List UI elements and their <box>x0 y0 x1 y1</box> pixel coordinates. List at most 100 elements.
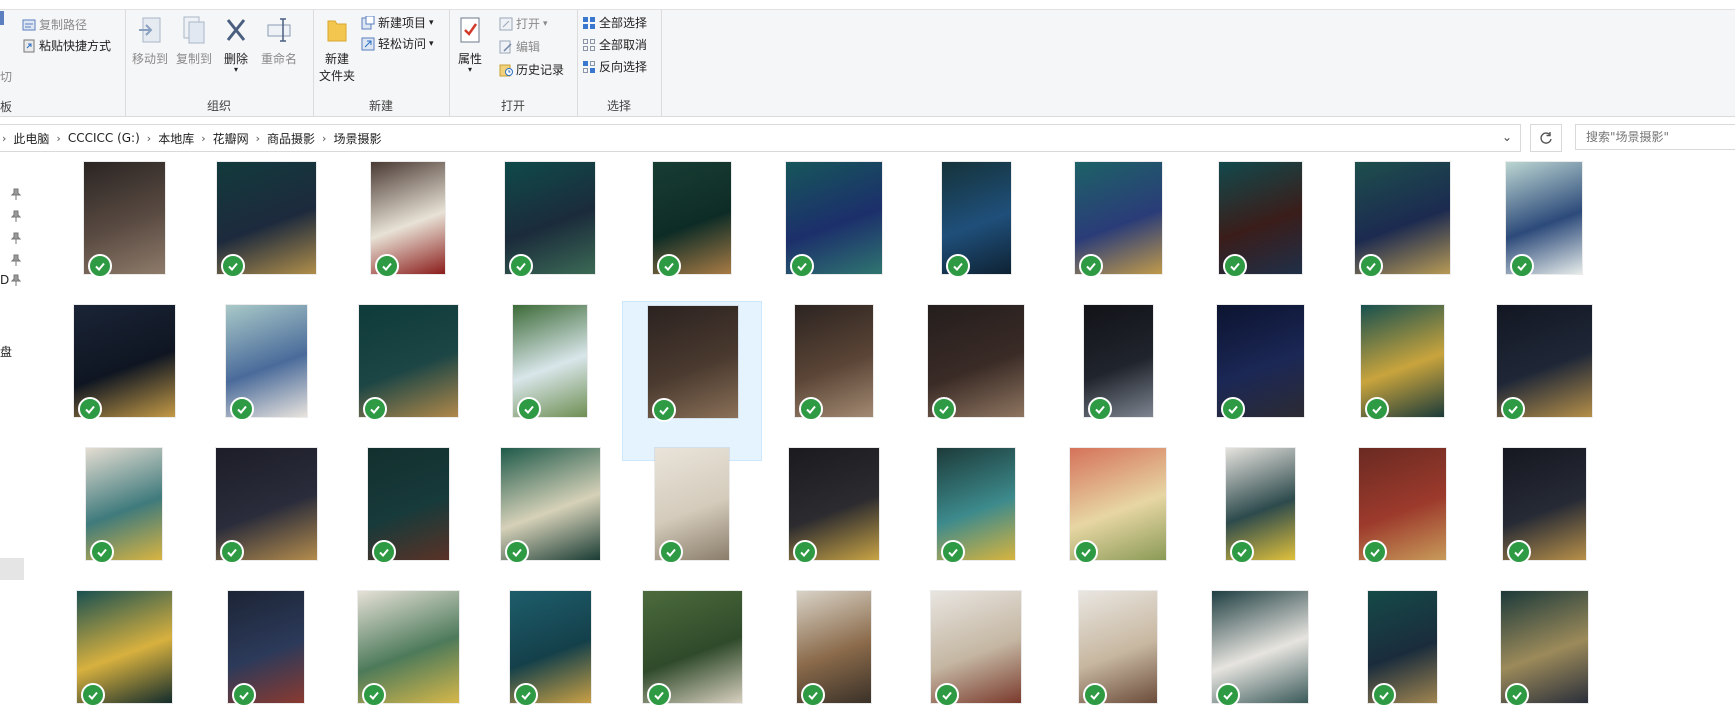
file-item[interactable]: 1 (1).png <box>196 158 336 320</box>
file-item[interactable]: 1 (5).png <box>1332 158 1472 320</box>
file-item[interactable] <box>1190 587 1330 722</box>
file-item[interactable]: 1 (7).jpg <box>196 301 336 463</box>
pin-icon[interactable] <box>11 274 21 286</box>
file-item[interactable]: 1 (19).jpg <box>480 444 620 606</box>
new-folder-label-2: 文件夹 <box>318 69 355 83</box>
sync-status-check-icon <box>652 398 676 422</box>
file-item[interactable]: 1 (24).jpg <box>1190 444 1330 606</box>
nav-item-drive-partial[interactable]: 盘 <box>0 343 12 360</box>
file-item[interactable] <box>480 587 620 722</box>
new-folder-button[interactable]: 新建 文件夹 <box>318 15 356 84</box>
file-item[interactable] <box>338 587 478 722</box>
file-item[interactable]: 1 (18).jpg <box>338 444 478 606</box>
file-item[interactable]: 1 (25).jpg <box>1332 444 1472 606</box>
history-button[interactable]: 历史记录 <box>499 61 564 78</box>
pin-icon[interactable] <box>11 188 21 200</box>
file-item[interactable]: 1 (7).png <box>338 301 478 463</box>
move-to-button[interactable]: 移动到 <box>130 15 170 67</box>
properties-button[interactable]: 属性 ▾ <box>455 15 485 74</box>
pin-icon[interactable] <box>11 254 21 266</box>
file-item[interactable]: 1 (1).jpg <box>54 158 194 320</box>
file-item[interactable]: 1 (5).jpg <box>1190 158 1330 320</box>
file-item[interactable]: 1 (6).png <box>54 301 194 463</box>
file-item[interactable] <box>1048 587 1188 722</box>
sync-status-check-icon <box>372 540 396 564</box>
file-item[interactable]: 1 (15).jpg <box>1474 301 1614 463</box>
ribbon: 复制路径 粘贴快捷方式 切 板 移动到 复制到 删除 ▾ 重命名 组织 新建 文… <box>0 0 1735 117</box>
pin-icon[interactable] <box>11 210 21 222</box>
file-item[interactable]: 1 (3).png <box>764 158 904 320</box>
file-item[interactable] <box>764 587 904 722</box>
nav-item-partial[interactable]: D <box>0 273 9 287</box>
breadcrumb-chevron-icon[interactable]: › <box>320 132 328 145</box>
breadcrumb-huaban[interactable]: 花瓣网 <box>208 130 254 147</box>
copy-to-button[interactable]: 复制到 <box>174 15 214 67</box>
file-item[interactable]: 1 (14).jpg <box>1332 301 1472 463</box>
easy-access-dropdown-icon: ▾ <box>429 38 434 49</box>
refresh-button[interactable] <box>1530 124 1562 152</box>
breadcrumb-local-library[interactable]: 本地库 <box>153 130 199 147</box>
copy-path-button[interactable]: 复制路径 <box>22 16 87 33</box>
file-item[interactable]: 1 (6).jpg <box>1474 158 1614 320</box>
file-item[interactable] <box>196 587 336 722</box>
search-input[interactable] <box>1575 124 1735 150</box>
file-item[interactable] <box>54 587 194 722</box>
file-item[interactable]: 1 (2).jpg <box>338 158 478 320</box>
file-item[interactable]: 1 (20).jpg <box>622 444 762 606</box>
select-none-button[interactable]: 全部取消 <box>582 36 647 53</box>
new-item-button[interactable]: 新建项目 ▾ <box>361 14 434 31</box>
file-item[interactable]: 1 (4).png <box>1048 158 1188 320</box>
open-button[interactable]: 打开 ▾ <box>499 15 548 32</box>
easy-access-button[interactable]: 轻松访问 ▾ <box>361 35 434 52</box>
file-item[interactable] <box>622 587 762 722</box>
breadcrumb-drive[interactable]: CCCICC (G:) <box>63 131 145 145</box>
new-item-dropdown-icon: ▾ <box>429 17 434 28</box>
file-item[interactable]: 1 (16).jpg <box>54 444 194 606</box>
cut-button[interactable]: 切 <box>0 68 12 85</box>
file-item[interactable]: 1 (26).jpg <box>1474 444 1614 606</box>
file-item[interactable]: 1 (13).jpg <box>1190 301 1330 463</box>
address-bar[interactable]: › 此电脑 › CCCICC (G:) › 本地库 › 花瓣网 › 商品摄影 ›… <box>0 124 1521 152</box>
file-item[interactable]: 1 (4).jpg <box>906 158 1046 320</box>
breadcrumb-chevron-icon[interactable]: › <box>0 132 8 145</box>
sync-status-check-icon <box>230 397 254 421</box>
edit-button[interactable]: 编辑 <box>499 38 540 55</box>
edit-label: 编辑 <box>516 40 541 54</box>
rename-button[interactable]: 重命名 <box>257 15 301 67</box>
copy-path-label: 复制路径 <box>39 18 88 32</box>
file-item[interactable]: 1 (8).jpg <box>480 301 620 463</box>
properties-dropdown-icon[interactable]: ▾ <box>455 66 485 74</box>
breadcrumb-chevron-icon[interactable]: › <box>254 132 262 145</box>
paste-shortcut-button[interactable]: 粘贴快捷方式 <box>22 37 111 54</box>
sync-status-check-icon <box>941 540 965 564</box>
breadcrumb-product-photo[interactable]: 商品摄影 <box>262 130 320 147</box>
file-item[interactable]: 1 (3).jpg <box>622 158 762 320</box>
breadcrumb-chevron-icon[interactable]: › <box>145 132 153 145</box>
select-all-button[interactable]: 全部选择 <box>582 14 647 31</box>
file-item[interactable]: 1 (22).jpg <box>906 444 1046 606</box>
file-item[interactable]: 1 (2).png <box>480 158 620 320</box>
file-item[interactable]: 1 (17).jpg <box>196 444 336 606</box>
breadcrumb-this-pc[interactable]: 此电脑 <box>8 130 54 147</box>
file-item[interactable]: 1 (10).jpg <box>764 301 904 463</box>
file-item[interactable] <box>1474 587 1614 722</box>
refresh-icon <box>1540 132 1552 144</box>
invert-selection-button[interactable]: 反向选择 <box>582 58 647 75</box>
file-item[interactable]: 1 (9).jpg <box>622 301 762 464</box>
breadcrumb-scene-photo[interactable]: 场景摄影 <box>328 130 386 147</box>
file-item[interactable]: 1 (21).jpg <box>764 444 904 606</box>
file-item[interactable]: 1 (12).jpg <box>1048 301 1188 463</box>
breadcrumb-chevron-icon[interactable]: › <box>54 132 62 145</box>
delete-dropdown-icon[interactable]: ▾ <box>220 66 252 74</box>
breadcrumb-chevron-icon[interactable]: › <box>199 132 207 145</box>
sync-status-check-icon <box>509 254 533 278</box>
sync-status-check-icon <box>793 540 817 564</box>
file-item[interactable]: 1 (23).jpg <box>1048 444 1188 606</box>
file-item[interactable] <box>906 587 1046 722</box>
delete-button[interactable]: 删除 ▾ <box>220 15 252 74</box>
pin-icon[interactable] <box>11 232 21 244</box>
file-item[interactable] <box>1332 587 1472 722</box>
nav-item-selected[interactable] <box>0 558 24 580</box>
file-item[interactable]: 1 (11).jpg <box>906 301 1046 463</box>
address-history-dropdown-icon[interactable]: ⌄ <box>1502 130 1512 144</box>
